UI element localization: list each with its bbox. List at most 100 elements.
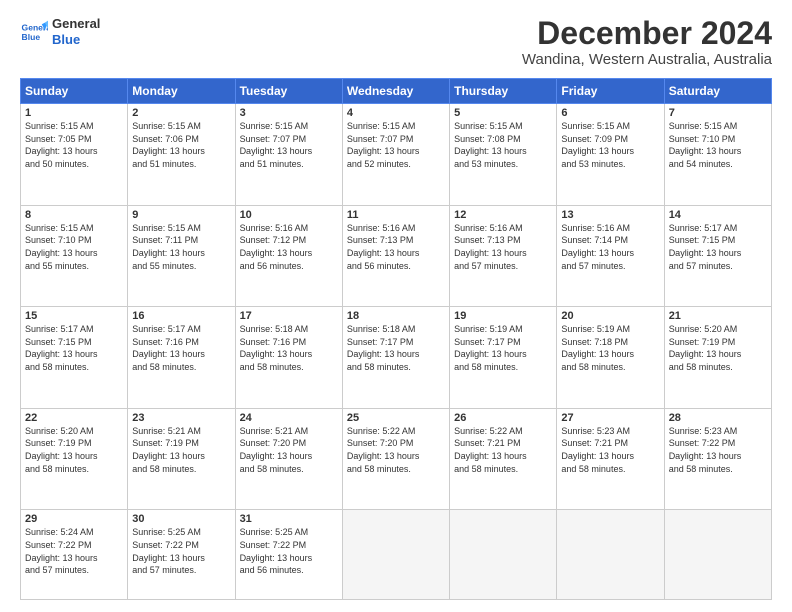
day-info: Sunrise: 5:16 AM Sunset: 7:14 PM Dayligh… <box>561 222 659 272</box>
day-number: 26 <box>454 412 552 424</box>
calendar-cell: 28Sunrise: 5:23 AM Sunset: 7:22 PM Dayli… <box>664 408 771 510</box>
calendar-cell: 1Sunrise: 5:15 AM Sunset: 7:05 PM Daylig… <box>21 104 128 206</box>
day-info: Sunrise: 5:15 AM Sunset: 7:05 PM Dayligh… <box>25 120 123 170</box>
calendar-cell: 27Sunrise: 5:23 AM Sunset: 7:21 PM Dayli… <box>557 408 664 510</box>
day-info: Sunrise: 5:18 AM Sunset: 7:17 PM Dayligh… <box>347 323 445 373</box>
calendar-cell: 26Sunrise: 5:22 AM Sunset: 7:21 PM Dayli… <box>450 408 557 510</box>
calendar-cell: 20Sunrise: 5:19 AM Sunset: 7:18 PM Dayli… <box>557 307 664 409</box>
title-block: December 2024 Wandina, Western Australia… <box>522 16 772 68</box>
day-number: 14 <box>669 209 767 221</box>
day-number: 5 <box>454 107 552 119</box>
calendar-cell: 14Sunrise: 5:17 AM Sunset: 7:15 PM Dayli… <box>664 205 771 307</box>
day-number: 28 <box>669 412 767 424</box>
day-number: 12 <box>454 209 552 221</box>
week-row-1: 1Sunrise: 5:15 AM Sunset: 7:05 PM Daylig… <box>21 104 772 206</box>
day-info: Sunrise: 5:20 AM Sunset: 7:19 PM Dayligh… <box>669 323 767 373</box>
header-day-monday: Monday <box>128 79 235 104</box>
day-number: 27 <box>561 412 659 424</box>
day-number: 3 <box>240 107 338 119</box>
day-number: 1 <box>25 107 123 119</box>
calendar-cell: 15Sunrise: 5:17 AM Sunset: 7:15 PM Dayli… <box>21 307 128 409</box>
calendar-cell: 3Sunrise: 5:15 AM Sunset: 7:07 PM Daylig… <box>235 104 342 206</box>
header-day-wednesday: Wednesday <box>342 79 449 104</box>
day-number: 24 <box>240 412 338 424</box>
day-number: 15 <box>25 310 123 322</box>
calendar-cell: 29Sunrise: 5:24 AM Sunset: 7:22 PM Dayli… <box>21 510 128 600</box>
week-row-2: 8Sunrise: 5:15 AM Sunset: 7:10 PM Daylig… <box>21 205 772 307</box>
calendar-cell: 30Sunrise: 5:25 AM Sunset: 7:22 PM Dayli… <box>128 510 235 600</box>
logo-blue: Blue <box>52 32 100 48</box>
header-day-saturday: Saturday <box>664 79 771 104</box>
day-number: 22 <box>25 412 123 424</box>
day-number: 10 <box>240 209 338 221</box>
day-info: Sunrise: 5:21 AM Sunset: 7:19 PM Dayligh… <box>132 425 230 475</box>
day-number: 2 <box>132 107 230 119</box>
calendar-cell: 19Sunrise: 5:19 AM Sunset: 7:17 PM Dayli… <box>450 307 557 409</box>
day-info: Sunrise: 5:19 AM Sunset: 7:18 PM Dayligh… <box>561 323 659 373</box>
header-day-sunday: Sunday <box>21 79 128 104</box>
page: General Blue General Blue December 2024 … <box>0 0 792 612</box>
day-info: Sunrise: 5:15 AM Sunset: 7:06 PM Dayligh… <box>132 120 230 170</box>
day-info: Sunrise: 5:15 AM Sunset: 7:11 PM Dayligh… <box>132 222 230 272</box>
day-number: 25 <box>347 412 445 424</box>
calendar-header-row: SundayMondayTuesdayWednesdayThursdayFrid… <box>21 79 772 104</box>
day-number: 11 <box>347 209 445 221</box>
day-info: Sunrise: 5:15 AM Sunset: 7:10 PM Dayligh… <box>669 120 767 170</box>
day-info: Sunrise: 5:24 AM Sunset: 7:22 PM Dayligh… <box>25 526 123 576</box>
day-info: Sunrise: 5:23 AM Sunset: 7:21 PM Dayligh… <box>561 425 659 475</box>
calendar-cell: 9Sunrise: 5:15 AM Sunset: 7:11 PM Daylig… <box>128 205 235 307</box>
calendar-cell: 5Sunrise: 5:15 AM Sunset: 7:08 PM Daylig… <box>450 104 557 206</box>
day-number: 6 <box>561 107 659 119</box>
day-info: Sunrise: 5:15 AM Sunset: 7:07 PM Dayligh… <box>347 120 445 170</box>
calendar: SundayMondayTuesdayWednesdayThursdayFrid… <box>20 78 772 600</box>
header-day-tuesday: Tuesday <box>235 79 342 104</box>
day-number: 4 <box>347 107 445 119</box>
day-info: Sunrise: 5:25 AM Sunset: 7:22 PM Dayligh… <box>132 526 230 576</box>
day-number: 18 <box>347 310 445 322</box>
day-info: Sunrise: 5:23 AM Sunset: 7:22 PM Dayligh… <box>669 425 767 475</box>
day-info: Sunrise: 5:20 AM Sunset: 7:19 PM Dayligh… <box>25 425 123 475</box>
day-number: 30 <box>132 513 230 525</box>
calendar-cell: 25Sunrise: 5:22 AM Sunset: 7:20 PM Dayli… <box>342 408 449 510</box>
day-info: Sunrise: 5:16 AM Sunset: 7:13 PM Dayligh… <box>454 222 552 272</box>
day-number: 31 <box>240 513 338 525</box>
calendar-cell: 16Sunrise: 5:17 AM Sunset: 7:16 PM Dayli… <box>128 307 235 409</box>
day-number: 16 <box>132 310 230 322</box>
week-row-3: 15Sunrise: 5:17 AM Sunset: 7:15 PM Dayli… <box>21 307 772 409</box>
header: General Blue General Blue December 2024 … <box>20 16 772 68</box>
day-number: 23 <box>132 412 230 424</box>
day-info: Sunrise: 5:22 AM Sunset: 7:20 PM Dayligh… <box>347 425 445 475</box>
calendar-cell: 12Sunrise: 5:16 AM Sunset: 7:13 PM Dayli… <box>450 205 557 307</box>
calendar-cell: 22Sunrise: 5:20 AM Sunset: 7:19 PM Dayli… <box>21 408 128 510</box>
logo-icon: General Blue <box>20 18 48 46</box>
day-info: Sunrise: 5:15 AM Sunset: 7:09 PM Dayligh… <box>561 120 659 170</box>
calendar-cell: 13Sunrise: 5:16 AM Sunset: 7:14 PM Dayli… <box>557 205 664 307</box>
day-number: 21 <box>669 310 767 322</box>
main-title: December 2024 <box>522 16 772 51</box>
day-info: Sunrise: 5:16 AM Sunset: 7:12 PM Dayligh… <box>240 222 338 272</box>
subtitle: Wandina, Western Australia, Australia <box>522 51 772 68</box>
day-number: 29 <box>25 513 123 525</box>
calendar-cell <box>450 510 557 600</box>
day-info: Sunrise: 5:17 AM Sunset: 7:15 PM Dayligh… <box>25 323 123 373</box>
day-info: Sunrise: 5:21 AM Sunset: 7:20 PM Dayligh… <box>240 425 338 475</box>
header-day-thursday: Thursday <box>450 79 557 104</box>
day-info: Sunrise: 5:22 AM Sunset: 7:21 PM Dayligh… <box>454 425 552 475</box>
calendar-cell: 10Sunrise: 5:16 AM Sunset: 7:12 PM Dayli… <box>235 205 342 307</box>
calendar-cell: 24Sunrise: 5:21 AM Sunset: 7:20 PM Dayli… <box>235 408 342 510</box>
day-info: Sunrise: 5:17 AM Sunset: 7:16 PM Dayligh… <box>132 323 230 373</box>
calendar-cell: 11Sunrise: 5:16 AM Sunset: 7:13 PM Dayli… <box>342 205 449 307</box>
day-number: 8 <box>25 209 123 221</box>
day-info: Sunrise: 5:25 AM Sunset: 7:22 PM Dayligh… <box>240 526 338 576</box>
calendar-cell: 31Sunrise: 5:25 AM Sunset: 7:22 PM Dayli… <box>235 510 342 600</box>
calendar-cell: 21Sunrise: 5:20 AM Sunset: 7:19 PM Dayli… <box>664 307 771 409</box>
calendar-cell <box>557 510 664 600</box>
week-row-5: 29Sunrise: 5:24 AM Sunset: 7:22 PM Dayli… <box>21 510 772 600</box>
day-number: 17 <box>240 310 338 322</box>
calendar-cell: 18Sunrise: 5:18 AM Sunset: 7:17 PM Dayli… <box>342 307 449 409</box>
calendar-cell: 8Sunrise: 5:15 AM Sunset: 7:10 PM Daylig… <box>21 205 128 307</box>
day-info: Sunrise: 5:15 AM Sunset: 7:07 PM Dayligh… <box>240 120 338 170</box>
day-number: 13 <box>561 209 659 221</box>
calendar-cell: 17Sunrise: 5:18 AM Sunset: 7:16 PM Dayli… <box>235 307 342 409</box>
day-info: Sunrise: 5:15 AM Sunset: 7:08 PM Dayligh… <box>454 120 552 170</box>
